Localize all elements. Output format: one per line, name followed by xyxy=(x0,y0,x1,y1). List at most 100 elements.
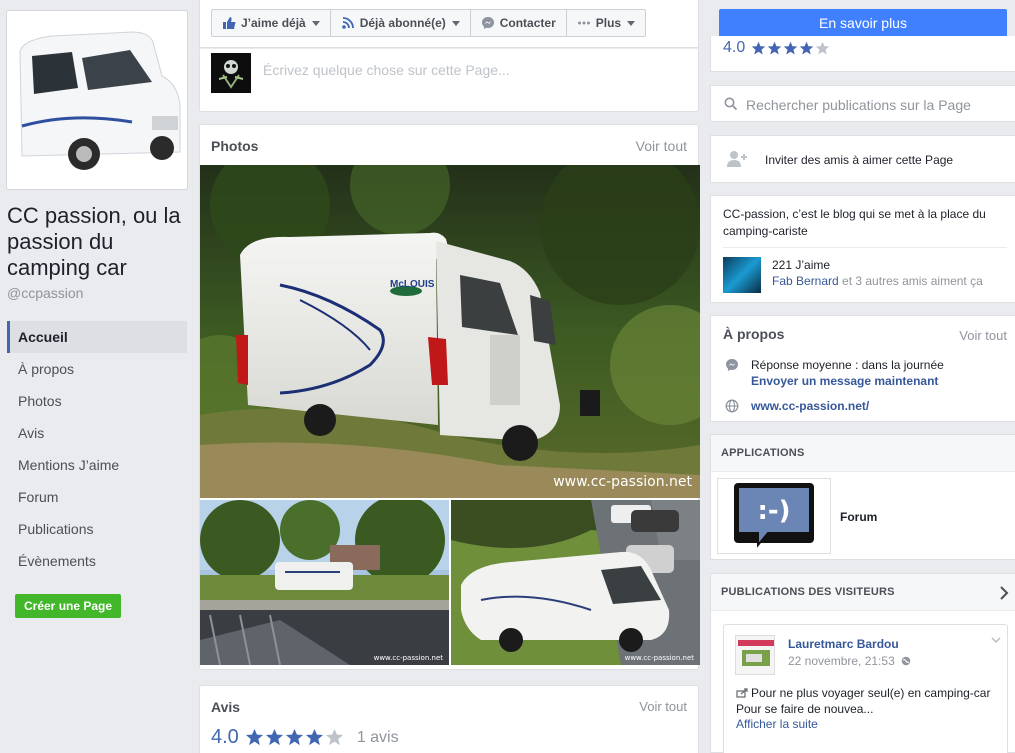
learn-more-button[interactable]: En savoir plus xyxy=(719,9,1007,37)
response-time: Réponse moyenne : dans la journée xyxy=(751,358,944,372)
visitor-posts-header[interactable]: PUBLICATIONS DES VISITEURS xyxy=(711,574,1015,611)
more-label: Plus xyxy=(595,16,622,30)
star-filled-icon xyxy=(265,728,283,746)
star-filled-icon xyxy=(285,728,303,746)
page-avatar xyxy=(211,53,251,93)
reviews-rating-row: 4.0 1 avis xyxy=(211,726,399,749)
star-empty-icon xyxy=(325,728,343,746)
messenger-icon xyxy=(481,16,495,30)
more-dots-icon xyxy=(577,16,591,30)
star-filled-icon xyxy=(752,41,766,54)
left-navigation: Accueil À propos Photos Avis Mentions J’… xyxy=(7,321,187,577)
reviews-count[interactable]: 1 avis xyxy=(357,729,399,747)
thumbnail-2-watermark: www.cc-passion.net xyxy=(624,654,694,662)
nav-item-avis[interactable]: Avis xyxy=(7,417,187,449)
profile-image xyxy=(12,16,182,184)
rating-value: 4.0 xyxy=(211,726,239,748)
nav-item-a-propos[interactable]: À propos xyxy=(7,353,187,385)
post-composer[interactable]: Écrivez quelque chose sur cette Page... xyxy=(199,49,699,112)
nav-item-publications[interactable]: Publications xyxy=(7,513,187,545)
messenger-icon xyxy=(725,358,739,375)
see-more-link[interactable]: Afficher la suite xyxy=(736,717,818,731)
post-author-avatar[interactable] xyxy=(735,635,775,675)
nav-item-accueil[interactable]: Accueil xyxy=(7,321,187,353)
star-filled-icon xyxy=(784,41,798,54)
chevron-down-icon xyxy=(627,20,636,26)
chevron-right-icon[interactable] xyxy=(999,586,1009,603)
page-search-box[interactable]: Rechercher publications sur la Page xyxy=(710,85,1015,122)
sidebar-rating-value: 4.0 xyxy=(723,39,746,56)
likes-count[interactable]: 221 J’aime xyxy=(772,258,830,272)
globe-icon xyxy=(725,399,739,416)
photos-see-all-link[interactable]: Voir tout xyxy=(636,138,687,154)
about-title: À propos xyxy=(723,326,785,342)
page-description: CC-passion, c’est le blog qui se met à l… xyxy=(723,207,986,238)
forum-app-label[interactable]: Forum xyxy=(840,510,877,524)
sidebar-rating-row: 4.0 xyxy=(723,39,831,57)
sidebar-rating-card: 4.0 xyxy=(710,36,1015,72)
post-author-name[interactable]: Lauretmarc Bardou xyxy=(788,637,899,651)
friend-name-link[interactable]: Fab Bernard xyxy=(772,274,839,288)
post-options-chevron-icon[interactable] xyxy=(991,633,1001,647)
website-link[interactable]: www.cc-passion.net/ xyxy=(751,399,869,413)
page-title: CC passion, ou la passion du camping car xyxy=(7,203,181,280)
profile-picture[interactable] xyxy=(6,10,188,190)
rss-icon xyxy=(341,16,355,30)
share-icon xyxy=(736,688,748,698)
composer-placeholder: Écrivez quelque chose sur cette Page... xyxy=(263,62,510,78)
contact-label: Contacter xyxy=(499,16,556,30)
van-brand-text: McLOUIS xyxy=(390,279,435,290)
visitor-posts-title: PUBLICATIONS DES VISITEURS xyxy=(721,586,895,598)
nav-item-photos[interactable]: Photos xyxy=(7,385,187,417)
search-placeholder: Rechercher publications sur la Page xyxy=(746,97,971,113)
photos-title: Photos xyxy=(211,138,259,154)
chevron-down-icon xyxy=(311,20,320,26)
thumbs-up-icon xyxy=(222,16,236,30)
about-see-all-link[interactable]: Voir tout xyxy=(959,328,1007,343)
forum-app-tile[interactable]: :-) xyxy=(717,478,831,554)
friends-like-suffix: et 3 autres amis aiment ça xyxy=(838,274,983,288)
send-message-link[interactable]: Envoyer un message maintenant xyxy=(751,374,938,388)
nav-item-evenements[interactable]: Évènements xyxy=(7,545,187,577)
page-action-bar: J’aime déjà Déjà abonné(e) Contacter Plu… xyxy=(199,0,699,48)
applications-header: APPLICATIONS xyxy=(711,435,1015,472)
reviews-card: Avis Voir tout 4.0 1 avis xyxy=(199,685,699,753)
nav-item-forum[interactable]: Forum xyxy=(7,481,187,513)
visitor-post: Lauretmarc Bardou 22 novembre, 21:53 Pou… xyxy=(723,624,1008,753)
star-filled-icon xyxy=(245,728,263,746)
sidebar-star-rating xyxy=(751,41,831,56)
visitor-posts-card: PUBLICATIONS DES VISITEURS Lauretmarc Ba… xyxy=(710,573,1015,753)
star-filled-icon xyxy=(800,41,814,54)
photo-watermark: www.cc-passion.net xyxy=(553,474,692,490)
post-text: Pour ne plus voyager seul(e) en camping-… xyxy=(736,686,991,716)
star-filled-icon xyxy=(768,41,782,54)
follow-button[interactable]: Déjà abonné(e) xyxy=(329,9,471,37)
invite-friends-card[interactable]: Inviter des amis à aimer cette Page xyxy=(710,135,1015,183)
applications-card: APPLICATIONS :-) Forum xyxy=(710,434,1015,560)
forum-icon-text: :-) xyxy=(757,496,790,526)
friend-avatar[interactable] xyxy=(723,257,761,293)
photo-main[interactable]: McLOUIS www.cc-passion.net xyxy=(200,165,700,498)
divider xyxy=(723,247,1007,248)
photo-thumbnail-1[interactable]: www.cc-passion.net xyxy=(200,500,449,665)
add-friend-icon xyxy=(726,150,748,171)
page-description-card: CC-passion, c’est le blog qui se met à l… xyxy=(710,195,1015,303)
thumbnail-1-watermark: www.cc-passion.net xyxy=(373,654,443,662)
nav-item-mentions-jaime[interactable]: Mentions J’aime xyxy=(7,449,187,481)
more-button[interactable]: Plus xyxy=(565,9,647,37)
reviews-see-all-link[interactable]: Voir tout xyxy=(639,699,687,714)
create-page-button[interactable]: Créer une Page xyxy=(15,594,122,618)
page-handle[interactable]: @ccpassion xyxy=(7,285,83,301)
contact-button[interactable]: Contacter xyxy=(469,9,567,37)
photo-thumbnail-2[interactable]: www.cc-passion.net xyxy=(451,500,700,665)
applications-title: APPLICATIONS xyxy=(721,447,805,459)
action-button-group: J’aime déjà Déjà abonné(e) Contacter Plu… xyxy=(211,9,647,37)
about-card: À propos Voir tout Réponse moyenne : dan… xyxy=(710,315,1015,422)
reviews-title: Avis xyxy=(211,699,241,715)
friends-like-line: Fab Bernard et 3 autres amis aiment ça xyxy=(772,274,983,288)
post-time-text[interactable]: 22 novembre, 21:53 xyxy=(788,654,895,668)
search-icon xyxy=(724,97,738,114)
like-button[interactable]: J’aime déjà xyxy=(211,9,331,37)
chevron-down-icon xyxy=(451,20,460,26)
follow-label: Déjà abonné(e) xyxy=(359,16,446,30)
